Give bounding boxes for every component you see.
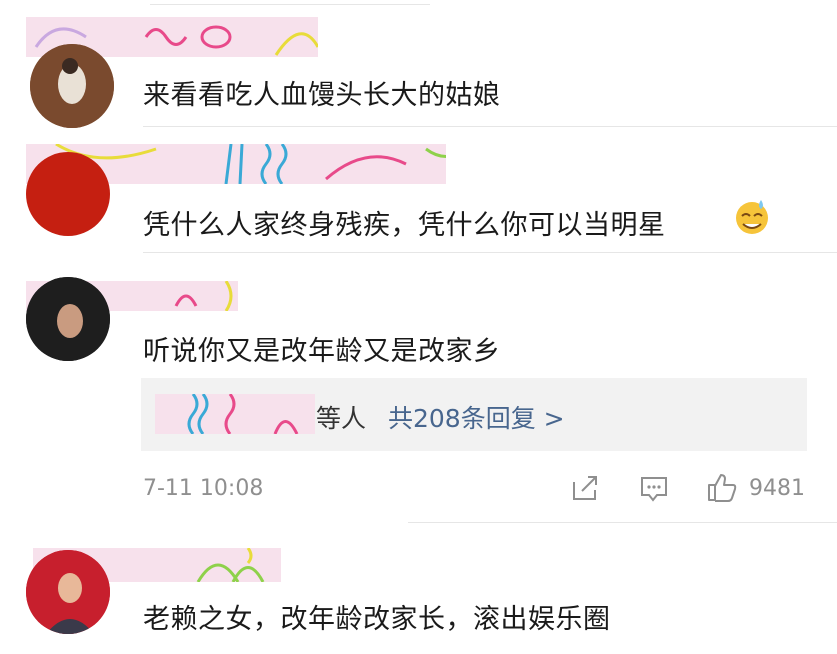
timestamp: 7-11 10:08: [143, 476, 264, 501]
reply-summary[interactable]: 等人 共208条回复 >: [141, 378, 807, 451]
divider: [150, 4, 430, 5]
like-icon[interactable]: [706, 472, 738, 502]
avatar[interactable]: [30, 44, 114, 128]
comment-text: 听说你又是改年龄又是改家乡: [143, 336, 501, 367]
reply-suffix: 等人: [316, 404, 367, 433]
avatar[interactable]: [26, 152, 110, 236]
comment-text: 老赖之女，改年龄改家长，滚出娱乐圈: [143, 604, 611, 635]
avatar[interactable]: [26, 277, 110, 361]
comment-text: 凭什么人家终身残疾，凭什么你可以当明星: [143, 200, 768, 242]
like-count: 9481: [749, 476, 805, 501]
comment-text: 来看看吃人血馒头长大的姑娘: [143, 80, 501, 111]
comment-icon[interactable]: [639, 475, 669, 503]
divider: [143, 252, 837, 253]
avatar[interactable]: [26, 550, 110, 634]
view-replies-link[interactable]: 共208条回复 >: [388, 399, 565, 435]
share-icon[interactable]: [570, 474, 600, 502]
divider: [143, 126, 837, 127]
sweat-smile-emoji: [733, 198, 771, 243]
divider: [408, 522, 837, 523]
redacted-username: [155, 394, 315, 434]
